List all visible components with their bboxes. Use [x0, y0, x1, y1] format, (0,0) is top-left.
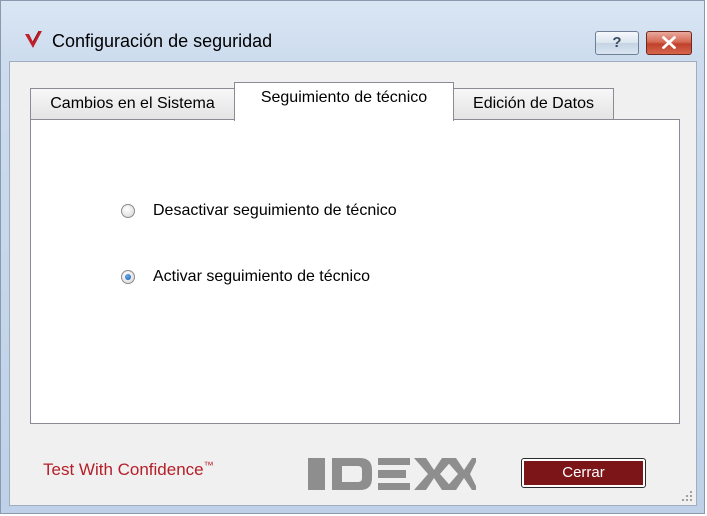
- resize-grip-icon[interactable]: [681, 490, 693, 502]
- cerrar-button-label: Cerrar: [524, 461, 643, 485]
- radio-activar-seguimiento[interactable]: Activar seguimiento de técnico: [121, 266, 370, 288]
- title-bar[interactable]: Configuración de seguridad ?: [1, 1, 704, 61]
- window-title: Configuración de seguridad: [52, 31, 273, 51]
- radio-button-unchecked[interactable]: [121, 204, 135, 218]
- tab-seguimiento-de-tecnico[interactable]: Seguimiento de técnico: [234, 82, 454, 121]
- help-button[interactable]: ?: [595, 31, 639, 55]
- tab-cambios-en-el-sistema[interactable]: Cambios en el Sistema: [30, 88, 235, 120]
- idexx-logo: [308, 458, 476, 490]
- tab-panel-seguimiento: Desactivar seguimiento de técnico Activa…: [30, 119, 680, 424]
- radio-label-desactivar: Desactivar seguimiento de técnico: [153, 202, 397, 219]
- trademark-symbol: ™: [203, 460, 214, 472]
- tagline: Test With Confidence™: [43, 460, 214, 480]
- cerrar-button[interactable]: Cerrar: [521, 458, 646, 488]
- dialog-body: Cambios en el Sistema Seguimiento de téc…: [9, 61, 697, 506]
- tagline-text: Test With Confidence: [43, 460, 204, 479]
- tab-strip: Cambios en el Sistema Seguimiento de téc…: [30, 82, 680, 121]
- tab-edicion-de-datos[interactable]: Edición de Datos: [453, 88, 614, 120]
- radio-label-activar: Activar seguimiento de técnico: [153, 268, 370, 285]
- security-settings-dialog: Configuración de seguridad ? Cambios en …: [0, 0, 705, 514]
- help-icon: ?: [612, 34, 622, 51]
- radio-button-checked[interactable]: [121, 270, 135, 284]
- idexx-check-icon: [25, 30, 42, 48]
- close-icon: [662, 36, 676, 49]
- close-window-button[interactable]: [646, 31, 692, 55]
- radio-desactivar-seguimiento[interactable]: Desactivar seguimiento de técnico: [121, 200, 397, 222]
